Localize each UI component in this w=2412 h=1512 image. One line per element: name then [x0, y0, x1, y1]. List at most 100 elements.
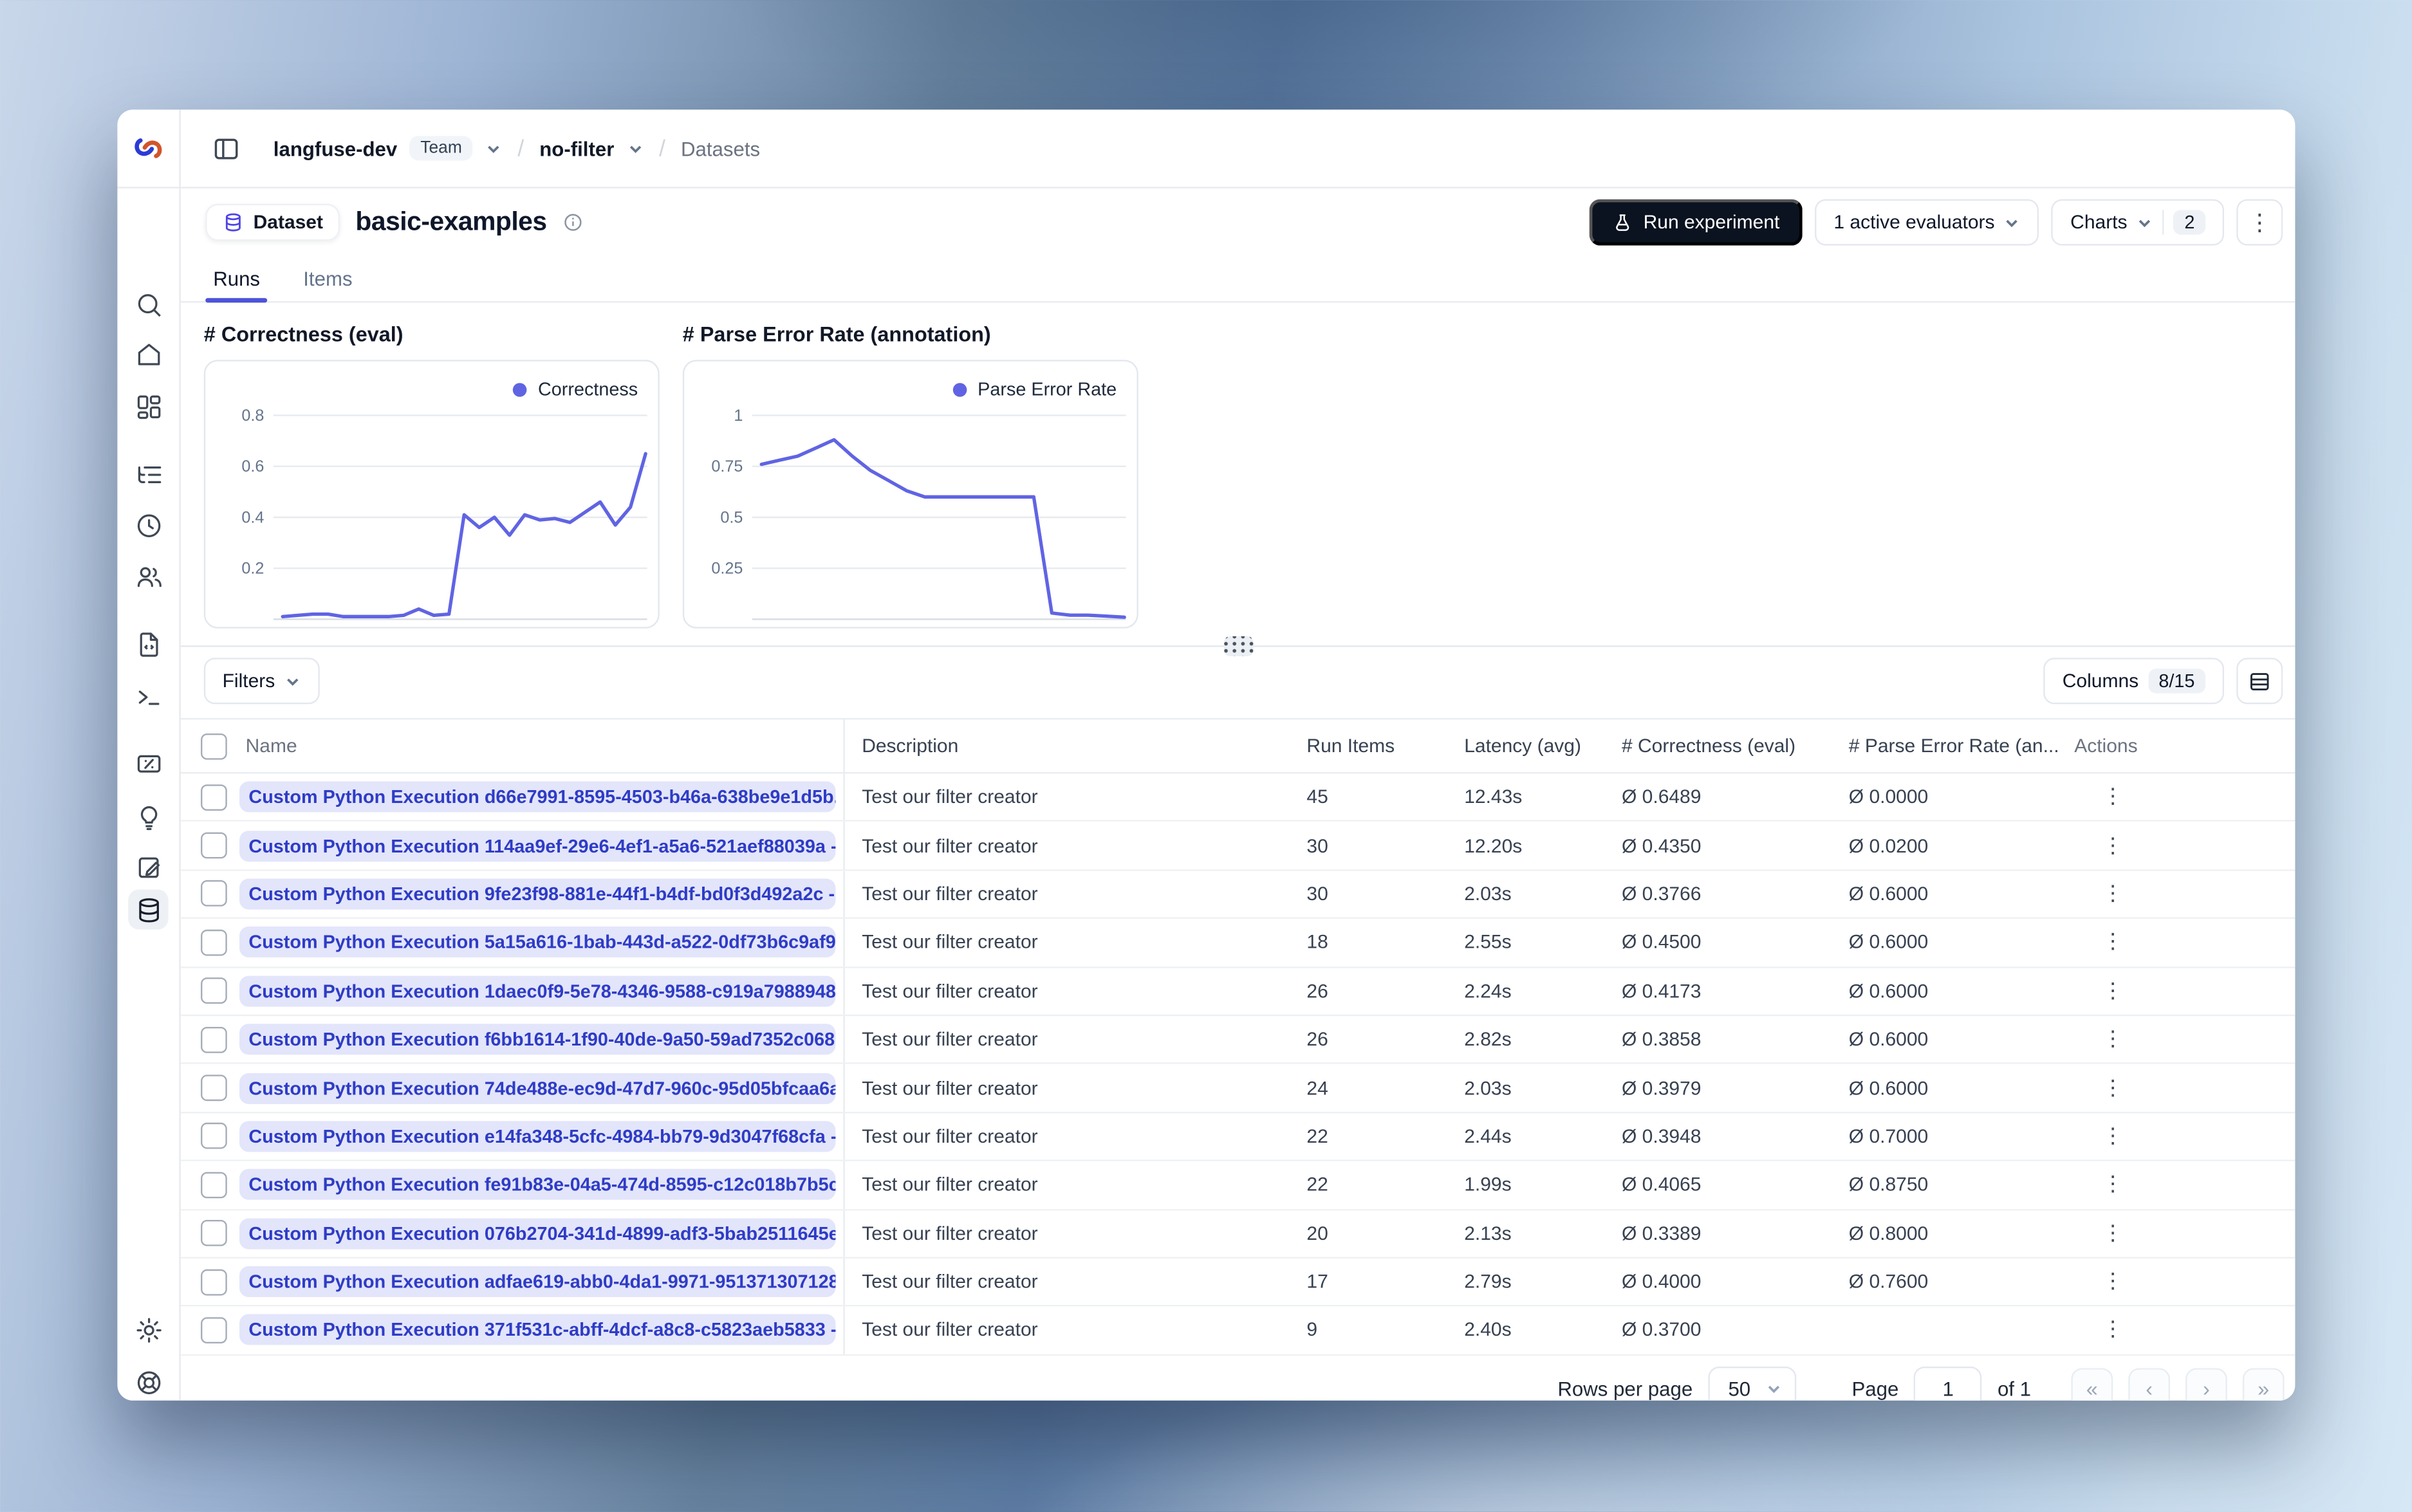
- columns-button[interactable]: Columns 8/15: [2043, 658, 2225, 705]
- org-chevron-down-icon[interactable]: [485, 140, 502, 156]
- breadcrumb-page[interactable]: Datasets: [681, 136, 760, 160]
- rows-per-page-select[interactable]: 50: [1708, 1366, 1797, 1401]
- prompts-file-code-icon[interactable]: [128, 624, 168, 664]
- tracing-icon[interactable]: [128, 454, 168, 494]
- run-correctness-value: Ø 0.3979: [1622, 1077, 1702, 1099]
- run-description: Test our filter creator: [862, 1125, 1038, 1148]
- run-name-link[interactable]: Custom Python Execution f6bb1614-1f90-40…: [239, 1024, 836, 1055]
- rows-icon: [2250, 672, 2269, 690]
- row-checkbox[interactable]: [201, 832, 227, 859]
- breadcrumb-org[interactable]: langfuse-dev: [274, 136, 397, 160]
- run-name-link[interactable]: Custom Python Execution adfae619-abb0-4d…: [239, 1266, 836, 1298]
- column-header-correctness[interactable]: # Correctness (eval): [1597, 735, 1824, 757]
- row-checkbox[interactable]: [201, 1220, 227, 1247]
- row-actions-kebab-icon[interactable]: ⋮: [2096, 928, 2130, 953]
- project-chevron-down-icon[interactable]: [627, 140, 644, 156]
- breadcrumb-separator: /: [658, 135, 665, 161]
- row-actions-kebab-icon[interactable]: ⋮: [2096, 1026, 2130, 1050]
- run-items-value: 30: [1306, 883, 1328, 905]
- last-page-button[interactable]: »: [2242, 1367, 2285, 1401]
- run-parse-error-rate-value: Ø 0.6000: [1848, 1077, 1929, 1099]
- run-name-link[interactable]: Custom Python Execution e14fa348-5cfc-49…: [239, 1121, 836, 1152]
- table-row: Custom Python Execution 9fe23f98-881e-44…: [180, 871, 2296, 919]
- column-header-description[interactable]: Description: [845, 735, 1282, 757]
- breadcrumb-project[interactable]: no-filter: [539, 136, 614, 160]
- tab-runs[interactable]: Runs: [205, 256, 268, 303]
- row-checkbox[interactable]: [201, 1317, 227, 1343]
- column-header-latency[interactable]: Latency (avg): [1440, 735, 1597, 757]
- run-parse-error-rate-value: Ø 0.0000: [1848, 786, 1929, 808]
- sidebar-item-datasets[interactable]: [128, 889, 169, 930]
- run-latency-value: 1.99s: [1464, 1174, 1512, 1196]
- info-icon[interactable]: [562, 212, 584, 234]
- page-actions-kebab-button[interactable]: ⋮: [2236, 199, 2283, 246]
- table-row: Custom Python Execution 076b2704-341d-48…: [180, 1210, 2296, 1258]
- resize-handle[interactable]: [1223, 636, 1253, 657]
- run-name-link[interactable]: Custom Python Execution fe91b83e-04a5-47…: [239, 1169, 836, 1201]
- search-icon[interactable]: [128, 284, 168, 324]
- select-all-checkbox[interactable]: [201, 732, 227, 759]
- active-evaluators-button[interactable]: 1 active evaluators: [1815, 199, 2040, 246]
- sessions-clock-icon[interactable]: [128, 505, 168, 545]
- run-name-link[interactable]: Custom Python Execution 9fe23f98-881e-44…: [239, 878, 836, 910]
- sidebar-toggle-button[interactable]: [205, 128, 245, 168]
- prev-page-button[interactable]: ‹: [2128, 1367, 2171, 1401]
- run-latency-value: 2.24s: [1464, 980, 1512, 1002]
- row-actions-kebab-icon[interactable]: ⋮: [2096, 1219, 2130, 1244]
- row-actions-kebab-icon[interactable]: ⋮: [2096, 832, 2130, 856]
- run-name-link[interactable]: Custom Python Execution 5a15a616-1bab-44…: [239, 927, 836, 958]
- row-checkbox[interactable]: [201, 1172, 227, 1198]
- langfuse-logo-icon: [135, 138, 162, 158]
- run-experiment-button[interactable]: Run experiment: [1589, 199, 1803, 246]
- settings-gear-icon[interactable]: [128, 1309, 168, 1349]
- row-checkbox[interactable]: [201, 1268, 227, 1295]
- datasets-database-icon: [138, 897, 158, 922]
- users-icon[interactable]: [128, 556, 168, 596]
- run-name-link[interactable]: Custom Python Execution 114aa9ef-29e6-4e…: [239, 830, 836, 862]
- run-correctness-value: Ø 0.3389: [1622, 1222, 1702, 1244]
- first-page-button[interactable]: «: [2071, 1367, 2113, 1401]
- column-header-name[interactable]: Name: [236, 719, 845, 772]
- filters-button[interactable]: Filters: [203, 658, 320, 705]
- playground-terminal-icon[interactable]: [128, 676, 168, 716]
- tab-items[interactable]: Items: [295, 256, 360, 301]
- row-checkbox[interactable]: [201, 1123, 227, 1150]
- column-header-run-items[interactable]: Run Items: [1282, 735, 1440, 757]
- row-actions-kebab-icon[interactable]: ⋮: [2096, 880, 2130, 905]
- run-latency-value: 2.40s: [1464, 1319, 1512, 1341]
- home-icon[interactable]: [128, 333, 168, 373]
- langfuse-logo[interactable]: [117, 109, 181, 187]
- support-lifebuoy-icon[interactable]: [128, 1362, 168, 1401]
- annotation-clipboard-pen-icon[interactable]: [128, 846, 168, 886]
- run-name-link[interactable]: Custom Python Execution 74de488e-ec9d-47…: [239, 1072, 836, 1103]
- run-correctness-value: Ø 0.4065: [1622, 1174, 1702, 1196]
- run-name-link[interactable]: Custom Python Execution 076b2704-341d-48…: [239, 1217, 836, 1249]
- row-checkbox[interactable]: [201, 881, 227, 907]
- row-actions-kebab-icon[interactable]: ⋮: [2096, 1123, 2130, 1147]
- next-page-button[interactable]: ›: [2185, 1367, 2227, 1401]
- run-name-link[interactable]: Custom Python Execution 371f531c-abff-4d…: [239, 1314, 836, 1346]
- desktop: langfuse-dev Team / no-filter / Datasets: [0, 0, 2412, 1512]
- row-actions-kebab-icon[interactable]: ⋮: [2096, 977, 2130, 1002]
- run-correctness-value: Ø 0.3700: [1622, 1319, 1702, 1341]
- row-actions-kebab-icon[interactable]: ⋮: [2096, 1316, 2130, 1341]
- run-name-link[interactable]: Custom Python Execution 1daec0f9-5e78-43…: [239, 975, 836, 1007]
- run-name-link[interactable]: Custom Python Execution d66e7991-8595-45…: [239, 781, 836, 813]
- row-actions-kebab-icon[interactable]: ⋮: [2096, 783, 2130, 807]
- dashboards-icon[interactable]: [128, 386, 168, 426]
- row-checkbox[interactable]: [201, 1074, 227, 1102]
- row-checkbox[interactable]: [201, 784, 227, 811]
- page-number-input[interactable]: [1914, 1366, 1982, 1401]
- column-header-parse-error-rate[interactable]: # Parse Error Rate (an...: [1824, 735, 2059, 757]
- row-height-button[interactable]: [2236, 658, 2283, 705]
- row-checkbox[interactable]: [201, 929, 227, 956]
- row-checkbox[interactable]: [201, 977, 227, 1004]
- row-checkbox[interactable]: [201, 1026, 227, 1053]
- evaluators-icon[interactable]: [128, 742, 168, 782]
- row-actions-kebab-icon[interactable]: ⋮: [2096, 1171, 2130, 1195]
- row-actions-kebab-icon[interactable]: ⋮: [2096, 1074, 2130, 1098]
- table-header-row: Name Description Run Items Latency (avg)…: [180, 718, 2296, 774]
- row-actions-kebab-icon[interactable]: ⋮: [2096, 1268, 2130, 1293]
- insights-lightbulb-icon[interactable]: [128, 797, 168, 836]
- charts-button[interactable]: Charts 2: [2052, 199, 2225, 246]
